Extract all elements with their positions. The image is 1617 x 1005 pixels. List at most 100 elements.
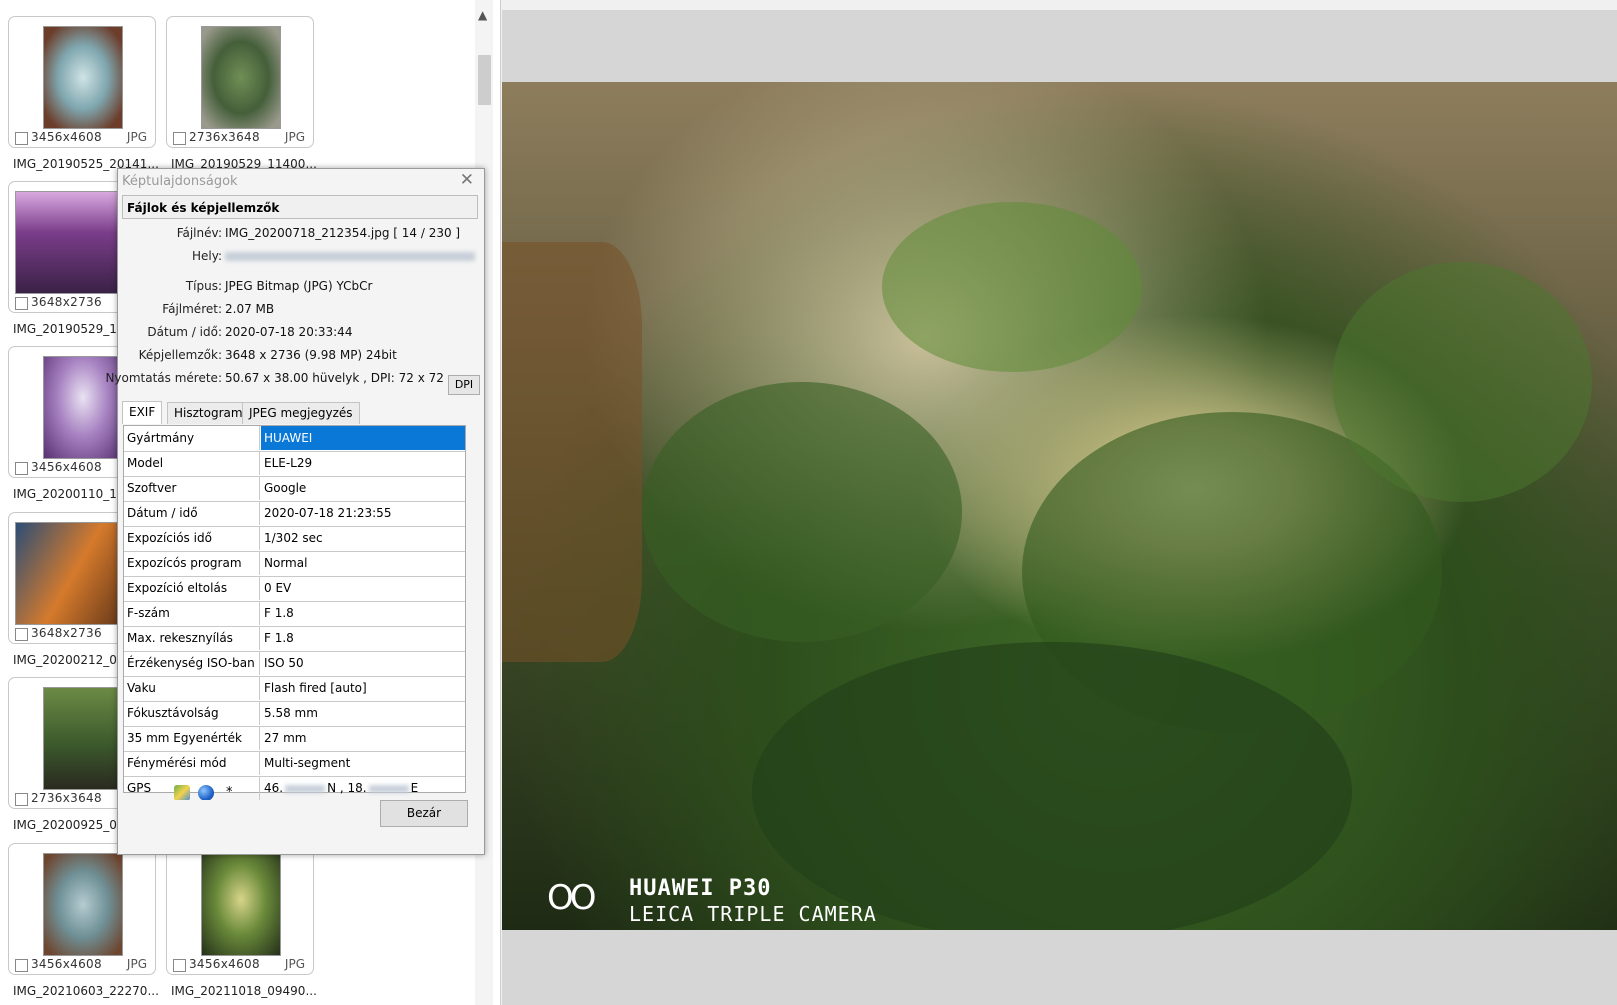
thumbnail-card[interactable]: 3456x4608 JPG [166,843,314,975]
close-button[interactable]: Bezár [380,800,468,827]
thumbnail-format: JPG [126,957,147,971]
thumbnail-format: JPG [126,130,147,144]
thumbnail-filename[interactable]: IMG_20190529_12 [13,322,125,336]
camera-logo: OO [547,878,596,918]
tab-exif[interactable]: EXIF [122,401,163,424]
thumbnail-checkbox[interactable] [15,297,28,310]
exif-row[interactable]: Expozíció eltolás 0 EV [124,576,465,602]
exif-key: F-szám [124,601,260,625]
exif-key-gps: GPS * [124,776,260,800]
exif-row[interactable]: 35 mm Egyenérték 27 mm [124,726,465,752]
exif-row[interactable]: Dátum / idő 2020-07-18 21:23:55 [124,501,465,527]
thumbnail-card[interactable]: 3456x4608 JPG [8,843,156,975]
exif-key: Vaku [124,676,260,700]
thumbnail-image[interactable] [43,687,123,790]
dpi-button[interactable]: DPI [448,375,480,395]
exif-value[interactable]: F 1.8 [261,601,465,625]
thumbnail-checkbox[interactable] [15,462,28,475]
redacted-value [368,784,409,793]
gps-coordinates[interactable]: 46. N , 18. E [261,776,465,800]
exif-value[interactable]: Multi-segment [261,751,465,775]
exif-value[interactable]: Flash fired [auto] [261,676,465,700]
thumbnail-card[interactable]: 2736x3648 JPG [166,16,314,148]
foliage-shape [1332,262,1592,502]
exif-value[interactable]: F 1.8 [261,626,465,650]
gps-lon-suffix: E [410,781,419,795]
thumbnail-filename[interactable]: IMG_20210603_22270... [13,984,159,998]
prop-value: 3648 x 2736 (9.98 MP) 24bit [225,348,397,362]
thumbnail-filename[interactable]: IMG_20200212_09 [13,653,125,667]
foliage-shape [642,382,962,642]
thumbnail-filename[interactable]: IMG_20211018_09490... [171,984,317,998]
thumbnail-checkbox[interactable] [15,959,28,972]
prop-print-size: Nyomtatás mérete: 50.67 x 38.00 hüvelyk … [105,371,484,391]
exif-row[interactable]: Expozícós program Normal [124,551,465,577]
exif-value[interactable]: Normal [261,551,465,575]
exif-row[interactable]: F-szám F 1.8 [124,601,465,627]
thumbnail-format: JPG [284,130,305,144]
thumbnail-dimensions: 2736x3648 [189,130,260,144]
thumbnail-image[interactable] [43,853,123,956]
exif-row-gps[interactable]: GPS * 46. N , 18. E [124,776,465,801]
thumbnail-checkbox[interactable] [173,959,186,972]
gps-lat-prefix: 46. [264,781,284,795]
exif-row[interactable]: Model ELE-L29 [124,451,465,477]
tab-jpeg-comment[interactable]: JPEG megjegyzés [242,402,360,424]
thumbnail-checkbox[interactable] [15,628,28,641]
exif-row[interactable]: Max. rekesznyílás F 1.8 [124,626,465,652]
globe-icon[interactable] [198,784,214,800]
exif-value[interactable]: ISO 50 [261,651,465,675]
image-properties-dialog: Képtulajdonságok ✕ Fájlok és képjellemző… [105,168,485,855]
exif-row[interactable]: Vaku Flash fired [auto] [124,676,465,702]
exif-row[interactable]: Érzékenység ISO-ban ISO 50 [124,651,465,677]
exif-table[interactable]: Gyártmány HUAWEI Model ELE-L29 Szoftver Goo… [123,425,466,800]
exif-key: Max. rekesznyílás [124,626,260,650]
exif-row[interactable]: Fénymérési mód Multi-segment [124,751,465,777]
thumbnail-checkbox[interactable] [15,793,28,806]
exif-row[interactable]: Fókusztávolság 5.58 mm [124,701,465,727]
tab-histogram[interactable]: Hisztogram [167,402,250,424]
prop-label: Hely: [191,249,222,263]
close-icon[interactable]: ✕ [460,170,474,190]
exif-value[interactable]: 1/302 sec [261,526,465,550]
scrollbar-thumb[interactable] [478,55,491,105]
prop-value: 2020-07-18 20:33:44 [225,325,353,339]
exif-value[interactable]: 2020-07-18 21:23:55 [261,501,465,525]
redacted-value [285,784,326,793]
prop-value: 50.67 x 38.00 hüvelyk , DPI: 72 x 72 [225,371,444,385]
exif-row[interactable]: Szoftver Google [124,476,465,502]
exif-key: Fénymérési mód [124,751,260,775]
main-photo[interactable]: OO HUAWEI P30 LEICA TRIPLE CAMERA [502,82,1617,930]
thumbnail-checkbox[interactable] [173,132,186,145]
exif-row[interactable]: Gyártmány HUAWEI [124,426,465,452]
exif-value[interactable]: ELE-L29 [261,451,465,475]
exif-value[interactable]: Google [261,476,465,500]
image-viewer: OO HUAWEI P30 LEICA TRIPLE CAMERA [502,10,1617,1005]
thumbnail-dimensions: 3648x2736 [31,295,102,309]
exif-value[interactable]: HUAWEI [261,426,465,450]
thumbnail-checkbox[interactable] [15,132,28,145]
thumbnail-filename[interactable]: IMG_20200925_07 [13,818,125,832]
exif-row[interactable]: Expozíciós idő 1/302 sec [124,526,465,552]
prop-filename: Fájlnév: IMG_20200718_212354.jpg [ 14 / … [118,226,484,246]
exif-key: Gyártmány [124,426,260,450]
thumbnail-image[interactable] [201,853,281,956]
thumbnail-image[interactable] [43,26,123,129]
exif-value[interactable]: 0 EV [261,576,465,600]
exif-key: Expozíció eltolás [124,576,260,600]
exif-value[interactable]: 27 mm [261,726,465,750]
thumbnail-dimensions: 3456x4608 [31,130,102,144]
exif-value[interactable]: 5.58 mm [261,701,465,725]
scroll-up-arrow-icon[interactable]: ▲ [478,8,487,22]
foliage-shape [882,202,1142,372]
prop-label: Képjellemzők: [138,348,222,362]
thumbnail-filename[interactable]: IMG_20200110_10 [13,487,125,501]
gps-lat-suffix: N , [327,781,344,795]
thumbnail-dimensions: 3456x4608 [31,460,102,474]
thumbnail-image[interactable] [201,26,281,129]
exif-key: Expozíciós idő [124,526,260,550]
exif-key: Model [124,451,260,475]
watermark-camera: LEICA TRIPLE CAMERA [629,902,877,926]
map-icon[interactable] [174,784,190,800]
thumbnail-card[interactable]: 3456x4608 JPG [8,16,156,148]
